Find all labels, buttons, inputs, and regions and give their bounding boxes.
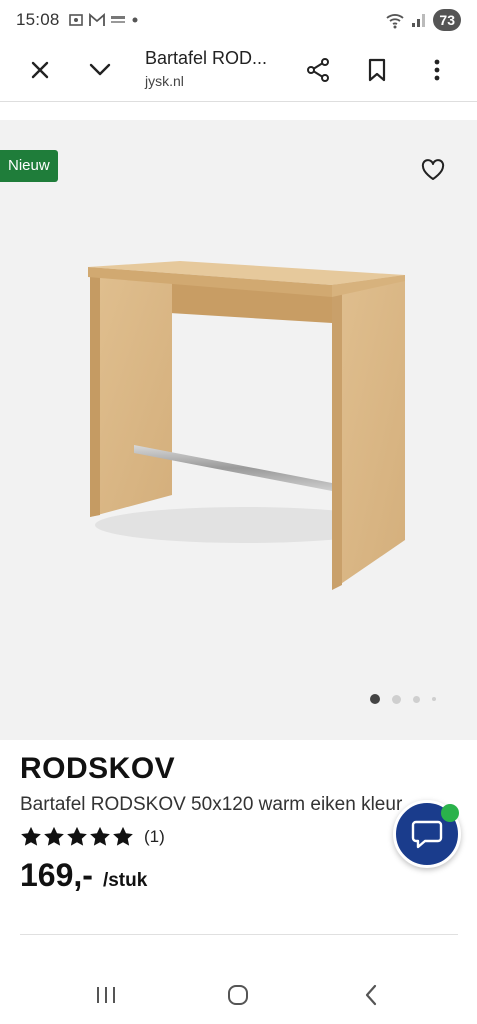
chevron-down-icon: [89, 63, 111, 76]
app-notification-icon: [110, 16, 125, 23]
mail-icon: [88, 13, 105, 26]
notification-icons: [68, 12, 139, 28]
home-button[interactable]: [214, 971, 262, 1019]
more-notifications-dot: [132, 17, 138, 23]
star-icon: [67, 826, 87, 846]
status-time: 15:08: [16, 10, 60, 29]
minimize-button[interactable]: [82, 52, 118, 88]
page-title-block: Bartafel ROD... jysk.nl: [145, 48, 285, 89]
star-rating: [20, 826, 134, 847]
recent-apps-icon: [97, 986, 116, 1003]
star-icon: [44, 826, 64, 846]
page-domain: jysk.nl: [145, 73, 184, 89]
image-pagination[interactable]: [370, 694, 436, 704]
star-icon: [21, 826, 41, 846]
back-button[interactable]: [347, 971, 395, 1019]
star-icon: [90, 826, 110, 846]
battery-level: 73: [433, 9, 461, 31]
screenshot-icon: [68, 14, 83, 26]
more-vertical-icon: [434, 59, 440, 81]
product-gallery[interactable]: Nieuw: [0, 120, 477, 740]
page-title: Bartafel ROD...: [145, 48, 268, 68]
new-badge: Nieuw: [0, 150, 58, 182]
pagination-dot[interactable]: [392, 694, 401, 704]
star-icon: [113, 826, 133, 846]
browser-toolbar: Bartafel ROD... jysk.nl: [0, 40, 477, 102]
bookmark-button[interactable]: [359, 52, 395, 88]
close-button[interactable]: [22, 52, 58, 88]
price-unit: /stuk: [102, 870, 148, 891]
share-icon: [307, 58, 329, 82]
system-navigation-bar: [0, 965, 477, 1024]
product-brand: RODSKOV: [20, 752, 176, 785]
close-icon: [31, 61, 49, 79]
recent-apps-button[interactable]: [82, 971, 130, 1019]
chat-online-indicator: [441, 804, 459, 822]
back-icon: [365, 984, 376, 1005]
heart-icon: [421, 159, 445, 180]
status-bar: 15:08 73: [0, 0, 477, 40]
product-name[interactable]: Bartafel RODSKOV 50x120 warm eiken kleur: [20, 794, 420, 816]
signal-icon: [412, 14, 426, 27]
wifi-icon: [386, 14, 405, 29]
share-button[interactable]: [300, 52, 336, 88]
review-count[interactable]: (1): [144, 827, 165, 847]
more-options-button[interactable]: [419, 52, 455, 88]
product-image: [88, 261, 405, 590]
price-row: 169,- /stuk: [20, 857, 460, 894]
system-icons: 73: [385, 9, 461, 31]
pagination-dot[interactable]: [413, 695, 420, 703]
bookmark-icon: [368, 58, 386, 82]
section-divider: [20, 934, 458, 935]
product-price: 169,-: [20, 857, 93, 893]
home-icon: [228, 984, 249, 1005]
favorite-button[interactable]: [417, 154, 449, 186]
pagination-dot[interactable]: [432, 697, 436, 701]
pagination-dot-active[interactable]: [370, 694, 380, 704]
chat-bubble-icon: [411, 820, 443, 849]
